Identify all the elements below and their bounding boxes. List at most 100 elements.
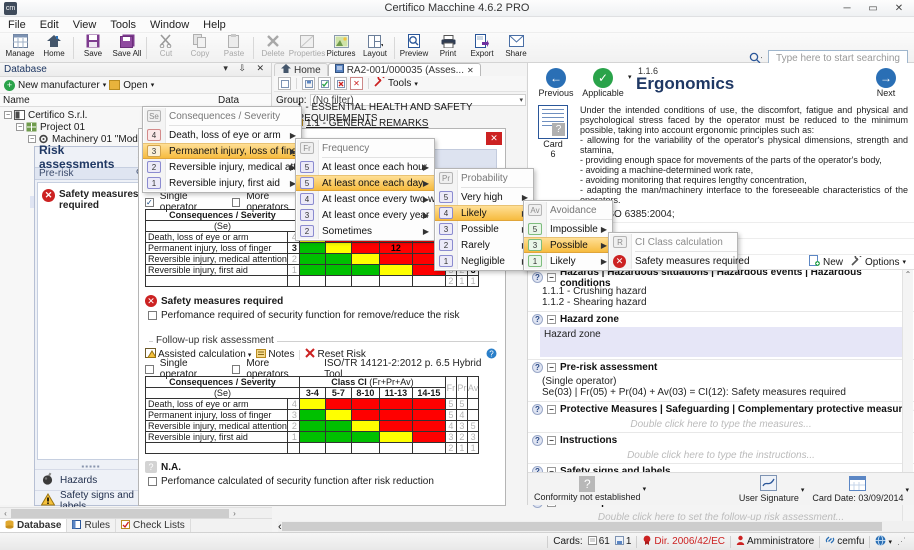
globe-caret-icon[interactable]: ▾ bbox=[888, 538, 892, 546]
matrix-cell[interactable] bbox=[350, 431, 380, 443]
user-signature-button[interactable]: User Signature bbox=[739, 475, 799, 503]
section-body[interactable]: 1.1.1 - Crushing hazard 1.1.2 - Shearing… bbox=[528, 285, 914, 311]
matrix-cell[interactable] bbox=[378, 409, 413, 421]
menu-file[interactable]: File bbox=[8, 19, 26, 31]
applicable-button[interactable]: ✓ Applicable bbox=[578, 68, 628, 98]
help-icon[interactable]: ? bbox=[532, 314, 543, 325]
matrix-cell[interactable] bbox=[378, 431, 413, 443]
help-icon[interactable]: ? bbox=[532, 362, 543, 373]
section-header[interactable]: ? − Pre-risk assessment bbox=[528, 360, 914, 375]
new-manufacturer-button[interactable]: New manufacturer bbox=[18, 80, 100, 91]
matrix-cell[interactable] bbox=[411, 420, 446, 432]
bottom-tab-database[interactable]: Database bbox=[0, 518, 68, 533]
ribbon-save-all-button[interactable]: Save All bbox=[110, 33, 144, 62]
doc-save-button[interactable] bbox=[302, 77, 315, 90]
ribbon-copy-button[interactable]: Copy bbox=[183, 33, 217, 62]
menu-view[interactable]: View bbox=[73, 19, 97, 31]
new-button[interactable]: New bbox=[809, 255, 843, 269]
matrix-cell[interactable] bbox=[350, 264, 380, 276]
section-body[interactable]: (Single operator) Se(03) | Fr(05) + Pr(0… bbox=[528, 375, 914, 401]
matrix-cell[interactable] bbox=[378, 253, 413, 265]
probability-item-possible[interactable]: 3 Possible ▶ bbox=[435, 221, 533, 237]
frequency-context-menu[interactable]: Fr Frequency 5 At least once each hour ▶… bbox=[295, 138, 457, 241]
bottom-tab-check-lists[interactable]: Check Lists bbox=[116, 518, 191, 533]
doc-delete-button[interactable]: ✕ bbox=[350, 77, 363, 90]
matrix-cell[interactable] bbox=[350, 253, 380, 265]
requirement-node-1[interactable]: 1 - ESSENTIAL HEALTH AND SAFETY REQUIREM… bbox=[274, 102, 526, 124]
tab-close-icon[interactable]: ✕ bbox=[467, 66, 474, 75]
severity-item-3[interactable]: 3 Permanent injury, loss of finger ▶ bbox=[143, 143, 306, 159]
options-button[interactable]: Options ▾ bbox=[851, 252, 906, 269]
collapse-icon[interactable]: − bbox=[547, 363, 556, 372]
prerisk-single-operator-checkbox[interactable]: ✓ bbox=[145, 197, 154, 207]
matrix-cell[interactable] bbox=[324, 420, 352, 432]
severity-item-4[interactable]: 4 Death, loss of eye or arm ▶ bbox=[143, 127, 301, 143]
tools-caret-icon[interactable]: ▾ bbox=[414, 80, 418, 88]
help-icon[interactable]: ? bbox=[532, 272, 543, 283]
matrix-cell[interactable] bbox=[298, 264, 326, 276]
probability-item-likely[interactable]: 4 Likely ▶ bbox=[435, 205, 533, 221]
ribbon-export-button[interactable]: Export bbox=[465, 33, 499, 62]
matrix-cell[interactable] bbox=[411, 398, 446, 410]
ribbon-manage-button[interactable]: Manage bbox=[3, 33, 37, 62]
frequency-item-hour[interactable]: 5 At least once each hour ▶ bbox=[296, 159, 434, 175]
ribbon-delete-button[interactable]: Delete bbox=[256, 33, 290, 62]
prerisk-more-operators-checkbox[interactable] bbox=[231, 197, 241, 207]
status-user[interactable]: Amministratore bbox=[736, 535, 814, 548]
section-header[interactable]: ? − Hazard zone bbox=[528, 312, 914, 327]
result-context-menu[interactable]: R CI Class calculation ✕ Safety measures… bbox=[608, 232, 750, 271]
collapse-icon[interactable]: − bbox=[547, 273, 556, 282]
matrix-cell[interactable] bbox=[298, 420, 326, 432]
result-item-ci-class-calculation[interactable]: R CI Class calculation bbox=[609, 234, 737, 250]
close-button[interactable]: ✕ bbox=[886, 0, 912, 17]
matrix-cell[interactable] bbox=[298, 409, 326, 421]
avoidance-item-impossible[interactable]: 5 Impossible ▶ bbox=[524, 221, 612, 237]
probability-item-rarely[interactable]: 2 Rarely ▶ bbox=[435, 237, 533, 253]
matrix-cell[interactable] bbox=[411, 409, 446, 421]
section-placeholder[interactable]: Double click here to type the instructio… bbox=[528, 448, 914, 463]
scroll-left-icon[interactable]: ‹ bbox=[0, 509, 11, 518]
panel-grip-handle[interactable]: ▪▪▪▪▪ bbox=[35, 462, 147, 471]
section-header[interactable]: ? − Protective Measures | Safeguarding |… bbox=[528, 402, 914, 417]
frequency-item-two-weeks[interactable]: 4 At least once every two weeks ▶ bbox=[296, 191, 457, 207]
matrix-cell[interactable] bbox=[324, 431, 352, 443]
matrix-cell[interactable] bbox=[324, 409, 352, 421]
sidebar-item-hazards[interactable]: Hazards bbox=[35, 469, 147, 490]
matrix-cell[interactable] bbox=[324, 242, 352, 254]
matrix-cell[interactable] bbox=[298, 398, 326, 410]
doc-confirm-button[interactable] bbox=[318, 77, 331, 90]
help-icon[interactable]: ? bbox=[532, 404, 543, 415]
avoidance-context-menu[interactable]: Av Avoidance 5 Impossible ▶ 3 Possible ▶… bbox=[523, 200, 613, 271]
ribbon-preview-button[interactable]: Preview bbox=[397, 33, 431, 62]
severity-item-1[interactable]: 1 Reversible injury, first aid ▶ bbox=[143, 175, 301, 191]
ribbon-properties-button[interactable]: Properties bbox=[289, 33, 325, 62]
expander-icon[interactable]: − bbox=[4, 111, 12, 119]
severity-item-2[interactable]: 2 Reversible injury, medical attention ▶ bbox=[143, 159, 323, 175]
signature-caret-icon[interactable]: ▾ bbox=[801, 486, 805, 494]
matrix-result-cell[interactable]: 12 bbox=[378, 242, 413, 254]
ribbon-share-button[interactable]: Share bbox=[499, 33, 533, 62]
matrix-cell[interactable] bbox=[378, 398, 413, 410]
conformity-caret-icon[interactable]: ▾ bbox=[643, 485, 647, 493]
frequency-item-year[interactable]: 3 At least once every year ▶ bbox=[296, 207, 434, 223]
expander-icon[interactable]: − bbox=[28, 135, 36, 143]
document-horizontal-scrollbar[interactable]: ‹ bbox=[278, 521, 914, 533]
ribbon-layout-button[interactable]: Layout bbox=[358, 33, 392, 62]
bottom-tab-rules[interactable]: Rules bbox=[67, 518, 117, 533]
menu-help[interactable]: Help bbox=[203, 19, 226, 31]
followup-single-operator-checkbox[interactable] bbox=[145, 364, 154, 374]
matrix-cell[interactable] bbox=[378, 420, 413, 432]
maximize-button[interactable]: ▭ bbox=[860, 0, 886, 17]
card-date-field[interactable]: Card Date: 03/09/2014 bbox=[812, 475, 903, 503]
card-date-caret-icon[interactable]: ▾ bbox=[905, 486, 909, 494]
ribbon-save-button[interactable]: Save bbox=[76, 33, 110, 62]
ribbon-home-button[interactable]: Home bbox=[37, 33, 71, 62]
matrix-cell[interactable] bbox=[324, 264, 352, 276]
frequency-item-day[interactable]: 5 At least once each day ▶ bbox=[296, 175, 434, 191]
open-caret-icon[interactable]: ▾ bbox=[151, 81, 155, 89]
status-connection[interactable]: cemfu bbox=[825, 535, 864, 548]
collapse-icon[interactable]: − bbox=[547, 405, 556, 414]
ribbon-cut-button[interactable]: Cut bbox=[149, 33, 183, 62]
matrix-cell[interactable] bbox=[350, 242, 380, 254]
matrix-cell[interactable] bbox=[350, 398, 380, 410]
